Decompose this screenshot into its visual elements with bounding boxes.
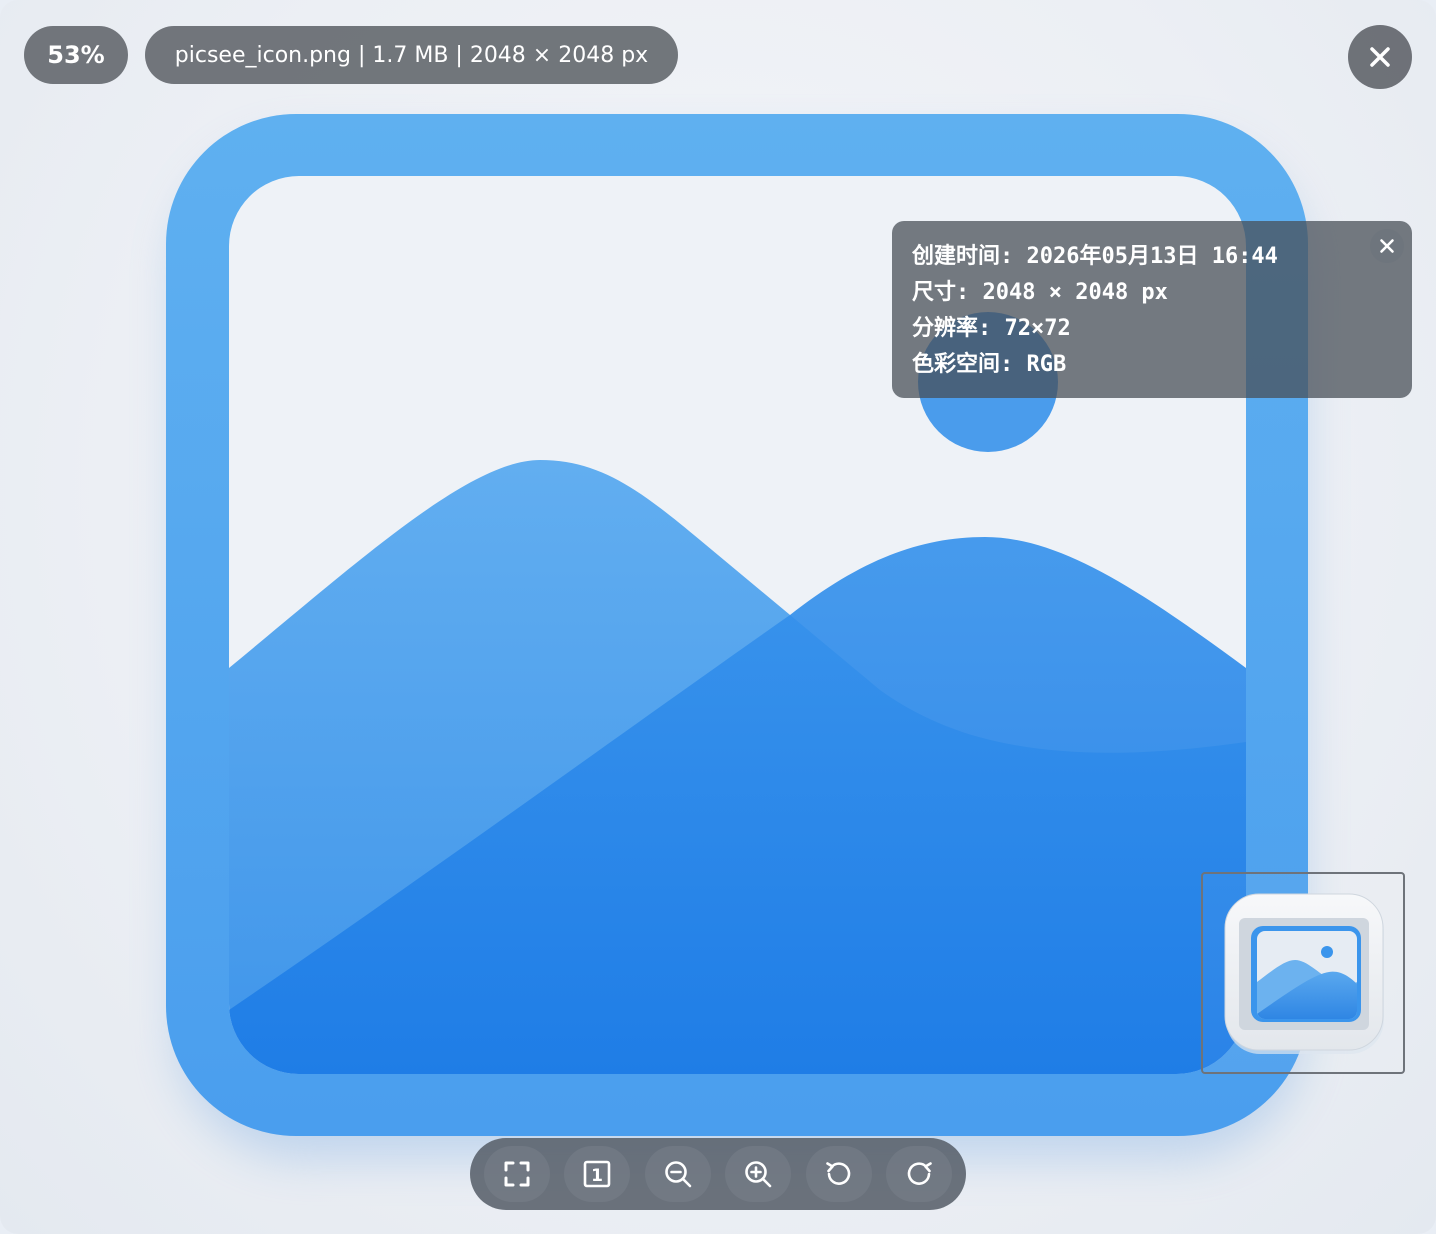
one-to-one-icon: 1 bbox=[584, 1160, 611, 1188]
zoom-level-text: 53% bbox=[47, 41, 105, 69]
zoom-out-icon bbox=[664, 1161, 692, 1188]
close-button[interactable] bbox=[1348, 25, 1412, 89]
rotate-left-button[interactable] bbox=[805, 1146, 872, 1202]
image-info-panel: 创建时间: 2026年05月13日 16:44 尺寸: 2048 × 2048 … bbox=[892, 221, 1412, 398]
navigator-thumbnail[interactable] bbox=[1201, 872, 1405, 1074]
bottom-toolbar: 1 bbox=[470, 1138, 966, 1210]
info-dimensions: 尺寸: 2048 × 2048 px bbox=[912, 280, 1168, 305]
rotate-right-button[interactable] bbox=[885, 1146, 952, 1202]
info-resolution: 分辨率: 72×72 bbox=[912, 316, 1071, 341]
close-icon bbox=[1380, 239, 1394, 253]
info-created: 创建时间: 2026年05月13日 16:44 bbox=[912, 244, 1278, 269]
zoom-out-button[interactable] bbox=[644, 1146, 711, 1202]
zoom-in-button[interactable] bbox=[725, 1146, 792, 1202]
actual-size-glyph: 1 bbox=[591, 1166, 603, 1186]
rotate-right-icon bbox=[907, 1162, 932, 1185]
info-panel-close-button[interactable] bbox=[1370, 229, 1404, 263]
zoom-in-icon bbox=[745, 1161, 772, 1188]
info-color-space: 色彩空间: RGB bbox=[912, 352, 1067, 377]
actual-size-button[interactable]: 1 bbox=[564, 1146, 631, 1202]
file-info-text: picsee_icon.png | 1.7 MB | 2048 × 2048 p… bbox=[174, 42, 649, 68]
fullscreen-corners-icon bbox=[504, 1161, 530, 1187]
file-info-badge: picsee_icon.png | 1.7 MB | 2048 × 2048 p… bbox=[145, 26, 678, 84]
close-icon bbox=[1370, 47, 1390, 67]
rotate-left-icon bbox=[825, 1162, 850, 1185]
image-viewer: 53% picsee_icon.png | 1.7 MB | 2048 × 20… bbox=[0, 0, 1436, 1234]
zoom-level-badge: 53% bbox=[24, 26, 128, 84]
fit-to-window-button[interactable] bbox=[484, 1146, 550, 1202]
thumbnail-image bbox=[1224, 893, 1384, 1054]
